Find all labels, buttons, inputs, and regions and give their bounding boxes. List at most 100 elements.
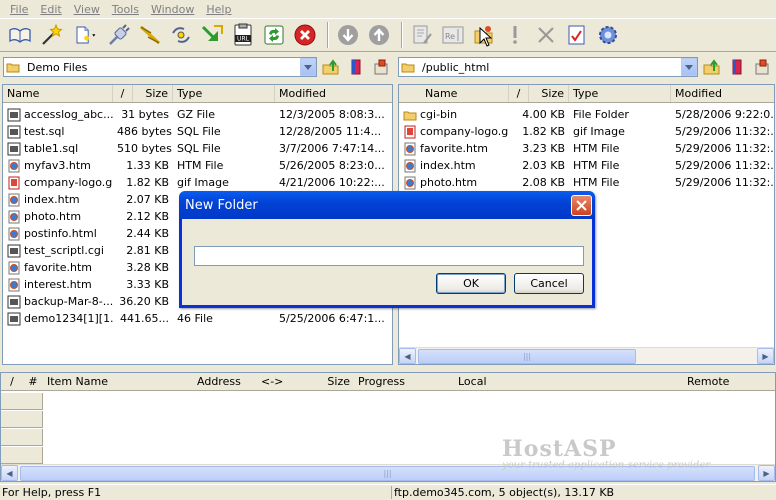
file-size: 2.81 KB (126, 244, 169, 257)
file-name-cell: company-logo.gif (399, 125, 509, 139)
settings-icon[interactable] (594, 21, 622, 49)
refresh-connection-icon[interactable] (167, 21, 195, 49)
file-row[interactable]: myfav3.htm 1.33 KB HTM File 5/26/2005 8:23:… (3, 157, 392, 174)
book-icon[interactable] (6, 21, 34, 49)
down-circle-icon[interactable] (334, 21, 362, 49)
col-modified[interactable]: Modified (275, 85, 392, 102)
dialog-title-bar[interactable]: New Folder (179, 191, 595, 219)
properties-icon[interactable] (563, 21, 591, 49)
watermark-logo: HostASP your trusted application service… (502, 436, 710, 471)
url-icon[interactable]: URL (229, 21, 257, 49)
col-sort[interactable]: / (113, 85, 133, 102)
file-name-cell: index.htm (3, 193, 113, 207)
file-name-cell: test.sql (3, 125, 113, 139)
col-item-name[interactable]: Item Name (43, 373, 193, 390)
ok-button[interactable]: OK (436, 273, 506, 294)
left-list-header: Name / Size Type Modified (3, 85, 392, 103)
col-progress[interactable]: Progress (354, 373, 454, 390)
chevron-down-icon[interactable] (681, 58, 697, 76)
file-row[interactable]: favorite.htm 3.23 KB HTM File 5/29/2006 11:… (399, 140, 774, 157)
col-remote[interactable]: Remote (683, 373, 763, 390)
new-folder-dialog: New Folder OK Cancel (179, 191, 595, 308)
file-row[interactable]: company-logo.gif 1.82 KB gif Image 5/29/200… (399, 123, 774, 140)
local-view-icon[interactable] (370, 56, 392, 78)
col-type[interactable]: Type (569, 85, 671, 102)
connect-icon[interactable] (105, 21, 133, 49)
file-type: SQL File (177, 125, 221, 138)
right-rows: cgi-bin 4.00 KB File Folder 5/28/2006 9:22:… (399, 103, 774, 191)
up-folder-icon[interactable] (320, 56, 342, 78)
col-queue-number[interactable]: # (23, 373, 43, 390)
file-size: 1.82 KB (126, 176, 169, 189)
col-queue-sort[interactable]: / (1, 373, 23, 390)
menu-view[interactable]: View (74, 3, 100, 16)
menu-window[interactable]: Window (151, 3, 194, 16)
download-arrow-icon[interactable] (198, 21, 226, 49)
file-modified: 5/26/2005 8:23:0... (279, 159, 385, 172)
file-name: favorite.htm (420, 141, 489, 155)
sync-icon[interactable] (260, 21, 288, 49)
file-row[interactable]: cgi-bin 4.00 KB File Folder 5/28/2006 9:22:… (399, 106, 774, 123)
stop-icon[interactable] (291, 21, 319, 49)
col-address[interactable]: Address (193, 373, 257, 390)
edit-icon[interactable] (408, 21, 436, 49)
left-path-bar: Demo Files (0, 55, 395, 79)
scroll-right-icon[interactable]: ▶ (757, 348, 774, 364)
archive-file-icon (7, 295, 24, 308)
file-row[interactable]: accesslog_abc... 31 bytes GZ File 12/3/2005… (3, 106, 392, 123)
file-row[interactable]: company-logo.gif 1.82 KB gif Image 4/21/200… (3, 174, 392, 191)
rename-icon[interactable]: Re (439, 21, 467, 49)
queue-row-header (1, 411, 43, 428)
file-row[interactable]: photo.htm 2.08 KB HTM File 5/29/2006 11:32:… (399, 174, 774, 191)
delete-icon[interactable] (532, 21, 560, 49)
file-row[interactable]: index.htm 2.03 KB HTM File 5/29/2006 11:32:… (399, 157, 774, 174)
script-file-icon (7, 244, 24, 257)
menu-file[interactable]: File (10, 3, 28, 16)
folder-icon (6, 63, 20, 73)
menu-edit[interactable]: Edit (40, 3, 61, 16)
right-path-combo[interactable]: /public_html (398, 57, 698, 77)
file-modified: 4/21/2006 10:22:... (279, 176, 385, 189)
right-horizontal-scrollbar[interactable]: ◀ ||| ▶ (399, 347, 774, 364)
col-direction[interactable]: <-> (257, 373, 302, 390)
image-file-icon (7, 176, 24, 189)
close-icon[interactable] (571, 194, 592, 216)
file-row[interactable]: test.sql 486 bytes SQL File 12/28/2005 11:4… (3, 123, 392, 140)
file-row[interactable]: demo1234[1][1... 441.65... 46 File 5/25/200… (3, 310, 392, 327)
col-size[interactable]: Size (529, 85, 569, 102)
bookmark-icon[interactable] (345, 56, 367, 78)
file-type: HTM File (573, 159, 620, 172)
up-circle-icon[interactable] (365, 21, 393, 49)
col-type[interactable]: Type (173, 85, 275, 102)
col-sort[interactable]: / (509, 85, 529, 102)
folder-name-input[interactable] (194, 246, 584, 266)
exclamation-icon[interactable] (501, 21, 529, 49)
col-queue-size[interactable]: Size (302, 373, 354, 390)
menu-tools[interactable]: Tools (112, 3, 139, 16)
remote-view-icon[interactable] (751, 56, 773, 78)
disconnect-icon[interactable] (136, 21, 164, 49)
bookmark-icon[interactable] (726, 56, 748, 78)
scroll-left-icon[interactable]: ◀ (399, 348, 416, 364)
col-size[interactable]: Size (133, 85, 173, 102)
new-file-icon[interactable] (68, 21, 102, 49)
col-local[interactable]: Local (454, 373, 683, 390)
file-name: company-logo.gif (420, 124, 509, 138)
file-type: HTM File (573, 176, 620, 189)
file-name: index.htm (24, 192, 80, 206)
col-name[interactable]: Name (399, 85, 509, 102)
cancel-button[interactable]: Cancel (514, 273, 584, 294)
wizard-icon[interactable] (37, 21, 65, 49)
scroll-left-icon[interactable]: ◀ (1, 465, 18, 481)
file-name: myfav3.htm (24, 158, 91, 172)
left-path-combo[interactable]: Demo Files (3, 57, 317, 77)
file-modified: 5/25/2006 6:47:1... (279, 312, 385, 325)
col-modified[interactable]: Modified (671, 85, 774, 102)
up-folder-icon[interactable] (701, 56, 723, 78)
file-row[interactable]: table1.sql 510 bytes SQL File 3/7/2006 7:47… (3, 140, 392, 157)
scroll-thumb[interactable]: ||| (418, 348, 636, 364)
col-name[interactable]: Name (3, 85, 113, 102)
scroll-right-icon[interactable]: ▶ (758, 465, 775, 481)
menu-help[interactable]: Help (206, 3, 231, 16)
chevron-down-icon[interactable] (300, 58, 316, 76)
